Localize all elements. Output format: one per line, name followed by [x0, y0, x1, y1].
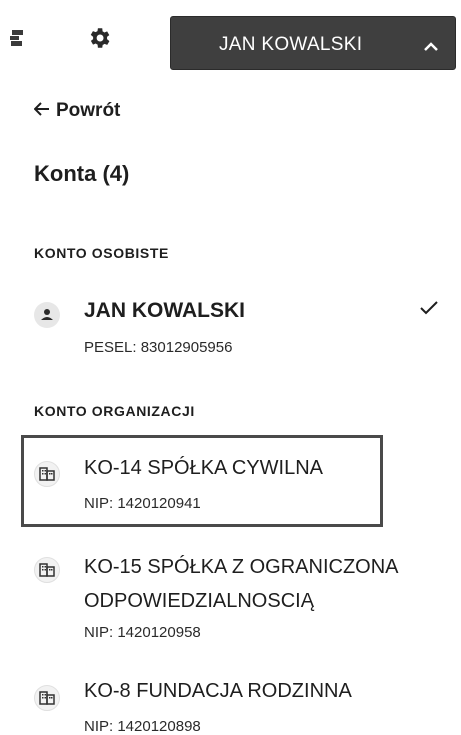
- section-title-organization: KONTO ORGANIZACJI: [34, 403, 195, 419]
- back-link-label: Powrót: [56, 100, 121, 121]
- account-name: KO-15 SPÓŁKA Z OGRANICZONA ODPOWIEDZIALN…: [84, 556, 398, 612]
- building-icon: [34, 557, 60, 583]
- person-icon: [34, 302, 60, 328]
- section-title-personal: KONTO OSOBISTE: [34, 245, 169, 261]
- account-name: JAN KOWALSKI: [84, 299, 246, 322]
- top-bar: JAN KOWALSKI: [0, 0, 461, 78]
- building-icon: [34, 685, 60, 711]
- account-item-personal[interactable]: JAN KOWALSKI PESEL: 83012905956: [34, 296, 444, 358]
- check-icon: [420, 300, 438, 316]
- user-menu-name: JAN KOWALSKI: [219, 34, 363, 55]
- account-id: NIP: 1420120898: [84, 718, 201, 735]
- page-title: Konta (4): [34, 161, 130, 186]
- account-id: NIP: 1420120941: [84, 495, 201, 512]
- account-item-org[interactable]: KO-14 SPÓŁKA CYWILNA NIP: 1420120941: [34, 452, 364, 522]
- account-item-org[interactable]: KO-8 FUNDACJA RODZINNA NIP: 1420120898: [34, 680, 444, 735]
- building-icon: [34, 461, 60, 487]
- arrow-left-icon: [33, 100, 56, 122]
- account-id: NIP: 1420120958: [84, 624, 201, 641]
- user-menu-button[interactable]: JAN KOWALSKI: [170, 16, 456, 70]
- account-name: KO-8 FUNDACJA RODZINNA: [84, 680, 352, 702]
- gear-icon[interactable]: [86, 25, 112, 51]
- menu-icon[interactable]: [10, 30, 24, 46]
- chevron-up-icon: [424, 39, 438, 51]
- account-item-org[interactable]: KO-15 SPÓŁKA Z OGRANICZONA ODPOWIEDZIALN…: [34, 550, 444, 650]
- account-name: KO-14 SPÓŁKA CYWILNA: [84, 457, 323, 479]
- account-id: PESEL: 83012905956: [84, 339, 233, 356]
- back-link[interactable]: Powrót: [33, 100, 121, 122]
